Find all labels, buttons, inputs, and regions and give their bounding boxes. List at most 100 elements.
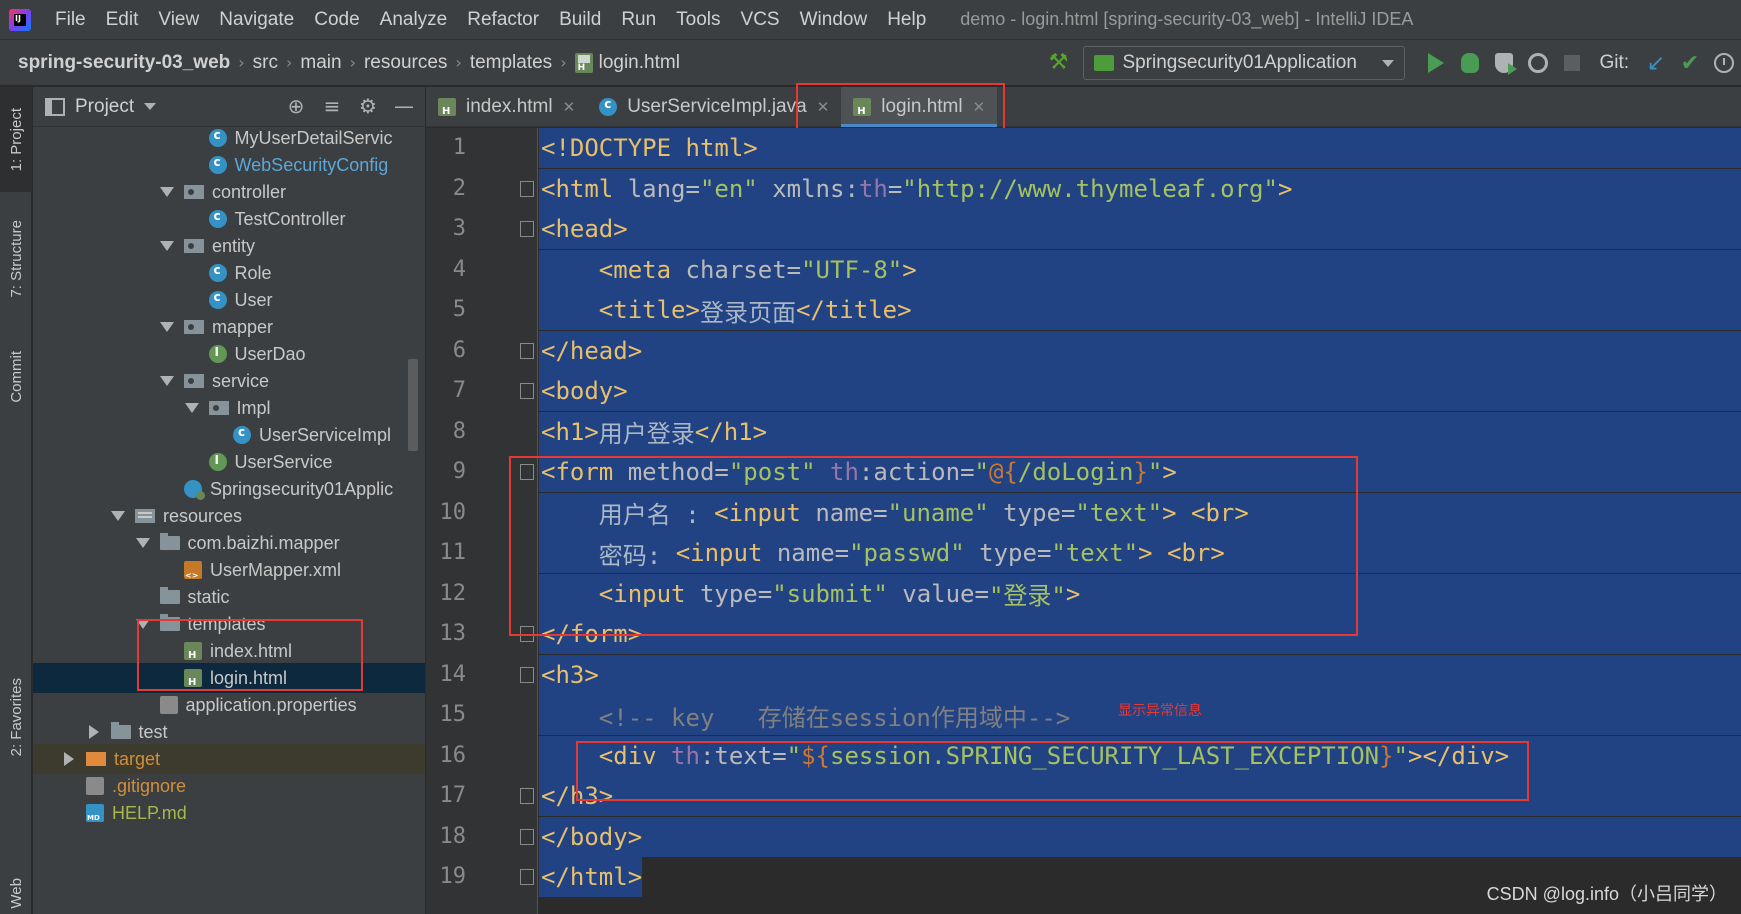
line-number: 5 [452,297,466,322]
watermark: CSDN @log.info（小吕同学） [1486,884,1727,904]
chevron-down-icon[interactable] [160,322,174,332]
tree-node[interactable]: templates [33,609,425,639]
menu-window[interactable]: Window [790,9,878,31]
tree-node[interactable]: Role [33,258,425,288]
menu-navigate[interactable]: Navigate [209,9,304,31]
menu-code[interactable]: Code [304,9,369,31]
tree-node[interactable]: Impl [33,393,425,423]
build-hammer-icon[interactable]: ⚒ [1045,50,1071,76]
chevron-down-icon[interactable] [160,241,174,251]
tree-node[interactable]: application.properties [33,690,425,720]
git-update-button[interactable]: ↙ [1639,46,1673,80]
breadcrumb-item[interactable]: spring-security-03_web [18,52,230,74]
chevron-down-icon[interactable] [184,403,199,413]
breadcrumb-item[interactable]: src [253,52,278,74]
menu-analyze[interactable]: Analyze [370,9,458,31]
fold-marker-icon[interactable] [520,180,534,197]
menu-build[interactable]: Build [549,9,611,31]
tool-tab-project[interactable]: 1: Project [0,87,32,192]
menu-run[interactable]: Run [611,9,666,31]
editor-tab[interactable]: login.html ✕ [841,86,998,127]
fold-marker-icon[interactable] [520,383,534,399]
code-token: 密码: [598,541,676,570]
chevron-down-icon[interactable] [111,511,125,521]
breadcrumb-item[interactable]: templates [470,52,552,74]
package-icon [208,401,229,415]
run-configuration-select[interactable]: Springsecurity01Application [1083,46,1406,80]
chevron-down-icon[interactable] [135,619,150,629]
fold-marker-icon[interactable] [520,221,534,237]
tool-tab-commit[interactable]: Commit [0,332,32,422]
close-icon[interactable]: ✕ [817,98,830,116]
tree-node[interactable]: UserService [33,447,425,477]
code-token: <br> [1191,498,1249,527]
fold-marker-icon[interactable] [520,666,534,683]
collapse-all-icon[interactable]: ≡ [321,95,343,117]
fold-marker-icon[interactable] [520,788,534,804]
tree-node[interactable]: UserServiceImpl [33,420,425,450]
chevron-right-icon[interactable] [64,752,74,766]
tree-node[interactable]: static [33,582,425,612]
editor-tab[interactable]: index.html ✕ [426,87,587,127]
chevron-down-icon[interactable] [135,538,150,548]
tree-node[interactable]: User [33,285,425,315]
tree-node[interactable]: test [33,717,425,747]
chevron-down-icon[interactable] [144,103,157,110]
tree-node[interactable]: UserMapper.xml [33,555,425,585]
tree-node[interactable]: resources [33,501,425,531]
fold-marker-icon[interactable] [520,342,534,359]
fold-marker-icon[interactable] [520,828,534,845]
breadcrumb-item[interactable]: resources [364,52,447,74]
gear-icon[interactable]: ⚙ [357,95,379,117]
tree-node[interactable]: entity [33,231,425,261]
run-with-coverage-button[interactable] [1487,46,1521,80]
tree-node[interactable]: Springsecurity01Applic [33,474,425,504]
menu-edit[interactable]: Edit [96,9,149,31]
run-button[interactable] [1419,46,1453,80]
menu-view[interactable]: View [148,9,209,31]
menu-tools[interactable]: Tools [666,9,730,31]
stop-button[interactable] [1555,46,1589,80]
tree-node[interactable]: WebSecurityConfig [33,150,425,180]
menu-vcs[interactable]: VCS [731,9,790,31]
chevron-down-icon[interactable] [160,187,174,197]
menu-file[interactable]: File [45,9,96,31]
menu-help[interactable]: Help [877,9,936,31]
git-history-button[interactable] [1707,46,1741,80]
breadcrumb-item[interactable]: login.html [574,52,680,74]
tree-node[interactable]: .gitignore [33,771,425,801]
tool-tab-favorites[interactable]: 2: Favorites [0,662,32,772]
editor-tab[interactable]: UserServiceImpl.java ✕ [587,87,841,127]
close-icon[interactable]: ✕ [973,98,986,116]
debug-button[interactable] [1453,46,1487,80]
tree-node[interactable]: service [33,366,425,396]
breadcrumb-item[interactable]: main [300,52,341,74]
code-editor[interactable]: <!DOCTYPE html> <html lang= "en" xmlns: th =… [539,128,1741,914]
tree-node[interactable]: UserDao [33,339,425,369]
hide-panel-icon[interactable]: — [393,95,415,117]
project-panel-title[interactable]: Project [75,96,134,118]
profile-button[interactable] [1521,46,1555,80]
tree-node[interactable]: target [33,744,425,774]
tool-tab-structure[interactable]: 7: Structure [0,199,32,319]
close-icon[interactable]: ✕ [563,98,576,116]
chevron-down-icon[interactable] [160,376,174,386]
tree-node[interactable]: controller [33,177,425,207]
tool-tab-web[interactable]: Web [0,872,32,914]
tree-node[interactable]: login.html [33,663,425,693]
tree-node[interactable]: index.html [33,636,425,666]
fold-marker-icon[interactable] [520,626,534,642]
project-tree-scrollbar[interactable] [408,359,418,451]
menu-refactor[interactable]: Refactor [457,9,549,31]
tree-node[interactable]: mapper [33,312,425,342]
code-line: <meta charset= "UTF-8" > [539,249,1741,290]
tree-node[interactable]: HELP.md [33,798,425,828]
git-commit-button[interactable]: ✔ [1673,46,1707,80]
tree-node[interactable]: TestController [33,204,425,234]
breadcrumb-label: spring-security-03_web [18,51,231,73]
chevron-right-icon[interactable] [88,725,99,739]
fold-marker-icon[interactable] [520,869,534,885]
fold-marker-icon[interactable] [520,464,534,480]
tree-node[interactable]: com.baizhi.mapper [33,528,425,558]
locate-file-icon[interactable]: ⊕ [285,95,307,117]
